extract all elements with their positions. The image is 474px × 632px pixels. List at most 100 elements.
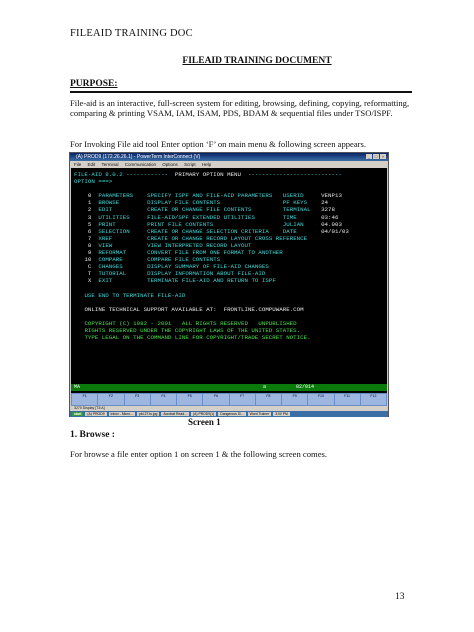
option-description: DISPLAY SUMMARY OF FILE-AID CHANGES [147,263,269,271]
option-row: 9 REFORMAT - CONVERT FILE FROM ONE FORMA… [87,249,283,257]
info-value: 3278 [321,206,335,214]
menu-edit: Edit [87,162,96,167]
page-number: 13 [395,592,405,602]
option-description: PRINT FILE CONTENTS [147,220,280,228]
option-code: 2 [87,206,92,214]
option-list: 0 PARAMETERS - SPECIFY ISPF AND FILE-AID… [74,192,349,285]
option-code: 0 [87,192,92,200]
option-name: PRINT [98,220,137,228]
copyright-line-1: COPYRIGHT (C) 1982 - 2001 ALL RIGHTS RES… [84,319,297,327]
option-code: 10 [84,256,92,264]
taskbar-item[interactable]: (A) PROD9(1) [190,411,217,417]
option-name: EDIT [98,206,137,214]
start-button[interactable]: start [72,411,84,417]
info-label: PF KEYS [282,199,311,207]
option-code: T [87,270,92,278]
option-name: UTILITIES [98,213,137,221]
option-code: 3 [87,213,92,221]
option-code: 5 [87,220,92,228]
option-row: 0 PARAMETERS - SPECIFY ISPF AND FILE-AID… [87,192,342,200]
close-icon: × [380,154,386,159]
menu-script: Script [184,162,196,167]
option-description: TERMINATE FILE-AID AND RETURN TO ISPF [147,277,276,285]
option-row: 7 XREF - CREATE OR CHANGE RECORD LAYOUT … [87,234,308,242]
taskbar-item[interactable]: Inbox - Micro... [108,411,135,417]
option-description: SPECIFY ISPF AND FILE-AID PARAMETERS [147,192,280,200]
option-description: VIEW INTERPRETED RECORD LAYOUT [147,241,252,249]
windows-taskbar: start (A) PROD9 Inbox - Micro... pbi-27.… [70,411,388,417]
support-line: ONLINE TECHNICAL SUPPORT AVAILABLE AT: F… [84,305,304,313]
taskbar-item[interactable]: Acrobat Read... [161,411,189,417]
option-description: CREATE OR CHANGE SELECTION CRITERIA [147,227,280,235]
option-name: COMPARE [98,256,137,264]
info-value: 04/01/03 [321,227,349,235]
pf-key-2[interactable]: F2 [98,394,124,405]
pf-key-5[interactable]: F5 [177,394,203,405]
heading-rule [70,91,412,93]
option-row: 1 BROWSE - DISPLAY FILE CONTENTS PF KEYS… [87,199,329,207]
invoke-paragraph: For Invoking File aid tool Enter option … [70,139,367,149]
taskbar-item[interactable]: Word Trainer [247,411,272,417]
menu-options: Options [162,162,178,167]
option-name: SELECTION [98,227,137,235]
pf-key-11[interactable]: F11 [334,394,360,405]
info-label: JULIAN [282,220,311,228]
window-menubar: File Edit Terminal Communication Options… [70,161,388,168]
running-header: FILEAID TRAINING DOC [70,28,193,39]
option-code: 7 [87,234,92,242]
taskbar-item[interactable]: (A) PROD9 [85,411,107,417]
pf-key-1[interactable]: F1 [72,394,98,405]
terminal-screenshot: (A) PROD9 (172.26.26.1) - PowerTerm Inte… [69,152,389,417]
pf-key-7[interactable]: F7 [229,394,255,405]
pf-key-12[interactable]: F12 [360,394,386,405]
taskbar-item[interactable]: pbi-27.ts.jpg [136,411,160,417]
pf-key-10[interactable]: F10 [308,394,334,405]
option-description: COMPARE FILE CONTENTS [147,256,221,264]
option-row: X EXIT - TERMINATE FILE-AID AND RETURN T… [87,277,276,285]
option-row: T TUTORIAL - DISPLAY INFORMATION ABOUT F… [87,270,266,278]
figure-caption: Screen 1 [188,417,221,427]
pf-key-8[interactable]: F8 [255,394,281,405]
section-heading: 1. Browse : [70,430,115,440]
info-value: 04.003 [321,220,342,228]
pf-key-3[interactable]: F3 [124,394,150,405]
menu-header-right: --------------------------- [247,171,342,178]
taskbar-item[interactable]: Dangerous Si... [218,411,246,417]
pf-key-9[interactable]: F9 [282,394,308,405]
menu-help: Help [201,162,212,167]
document-title: FILEAID TRAINING DOCUMENT [182,56,332,66]
option-row: 10 COMPARE - COMPARE FILE CONTENTS [84,256,221,264]
end-instruction: USE END TO TERMINATE FILE-AID [84,291,186,299]
terminal-statusbar: MA a 02/014 [71,384,387,391]
window-controls: _ □ × [366,154,386,159]
info-value: 24 [321,199,329,207]
info-value: VENP13 [321,192,342,200]
option-row: 8 VIEW - VIEW INTERPRETED RECORD LAYOUT [87,241,252,249]
option-row: 5 PRINT - PRINT FILE CONTENTS JULIAN - 0… [87,220,342,228]
taskbar-clock: 3:00 PM [273,411,290,417]
menu-file: File [74,162,82,167]
option-name: PARAMETERS [98,192,137,200]
menu-header-title: PRIMARY OPTION MENU [174,171,242,178]
info-label: TERMINAL [282,206,311,214]
option-code: X [87,277,92,285]
option-row: 2 EDIT - CREATE OR CHANGE FILE CONTENTS … [87,206,335,214]
info-label: DATE [282,227,311,235]
minimize-icon: _ [366,154,372,159]
menu-communication: Communication [124,162,157,167]
pf-key-6[interactable]: F6 [203,394,229,405]
window-titlebar: (A) PROD9 (172.26.26.1) - PowerTerm Inte… [70,153,388,161]
option-name: CHANGES [98,263,137,271]
pf-key-4[interactable]: F4 [150,394,176,405]
option-name: TUTORIAL [98,270,137,278]
option-code: 6 [87,227,92,235]
option-description: CONVERT FILE FROM ONE FORMAT TO ANOTHER [147,249,283,257]
option-name: BROWSE [98,199,137,207]
option-code: 8 [87,241,92,249]
option-code: 1 [87,199,92,207]
option-row: 3 UTILITIES - FILE-AID/SPF EXTENDED UTIL… [87,213,339,221]
status-left: MA [74,384,81,390]
option-name: XREF [98,234,137,242]
maximize-icon: □ [373,154,379,159]
info-label: USERID [282,192,311,200]
